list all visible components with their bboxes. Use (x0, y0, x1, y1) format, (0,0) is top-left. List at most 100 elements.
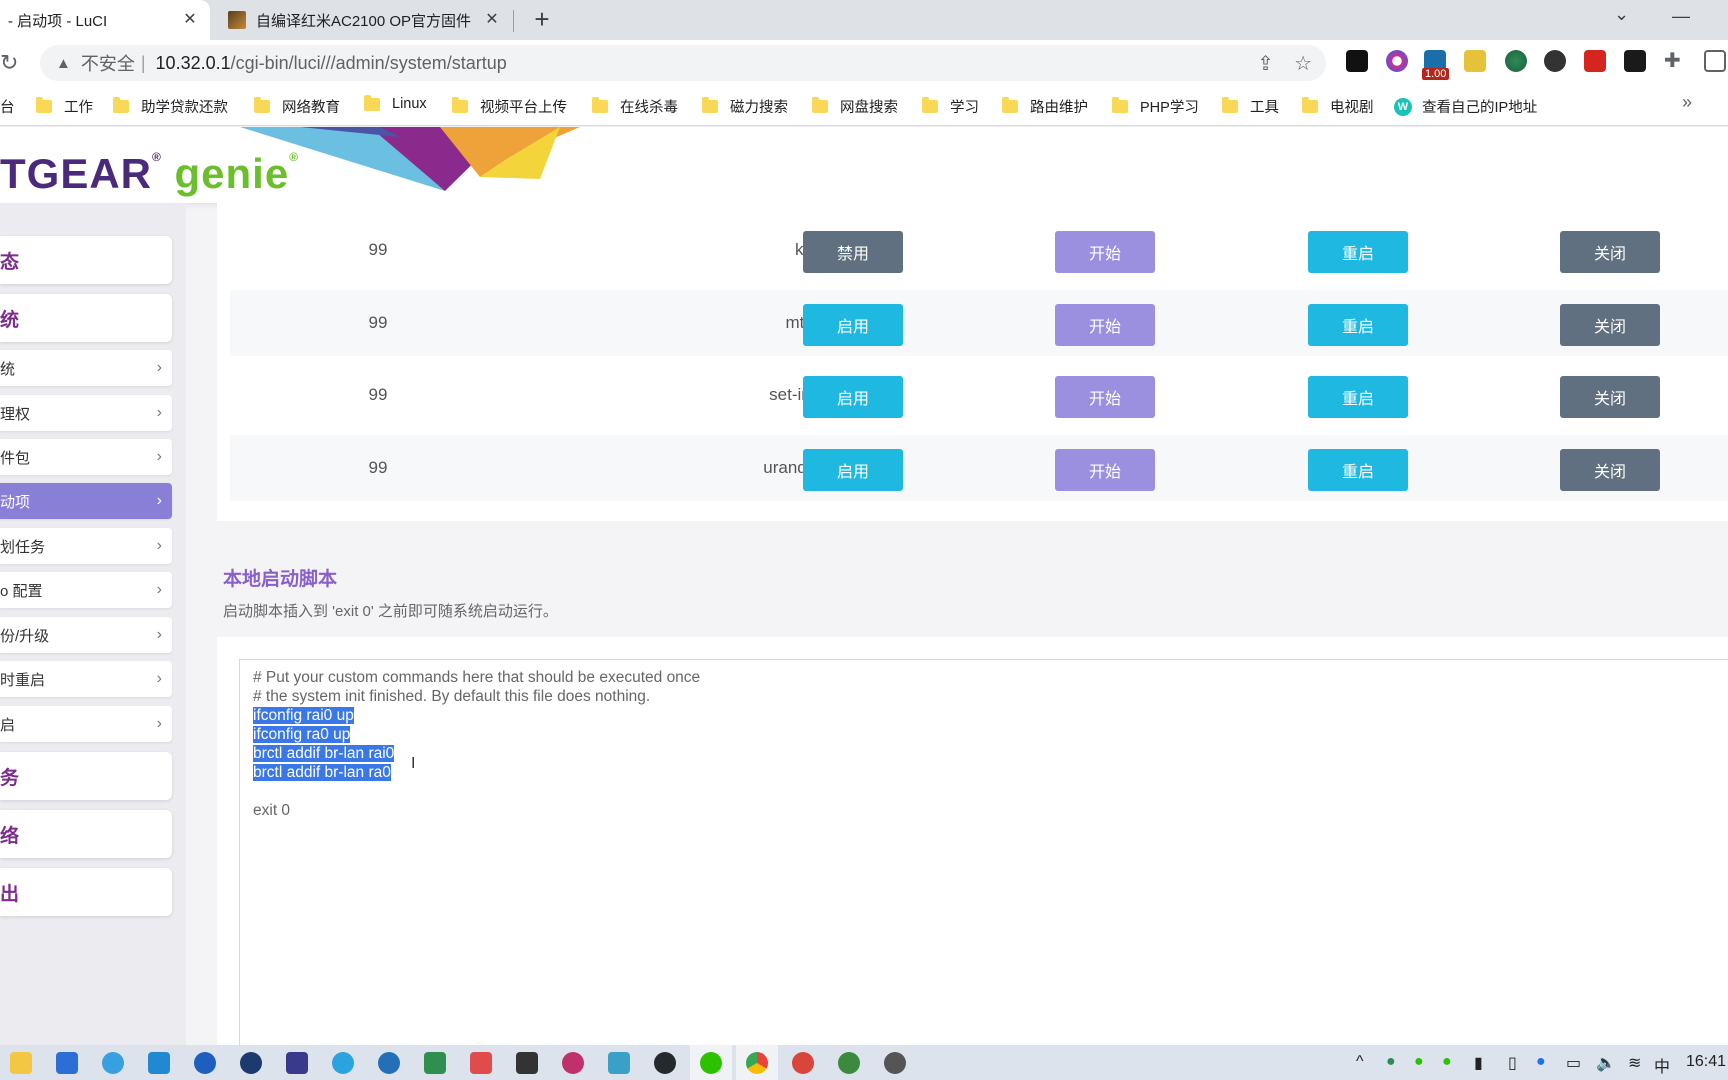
submenu-startup[interactable]: 动项 › (0, 483, 172, 519)
close-tab-icon[interactable]: ✕ (180, 10, 200, 30)
app-icon[interactable] (516, 1052, 538, 1074)
bookmark-folder[interactable]: 工具 (1222, 96, 1279, 117)
app-icon[interactable] (608, 1052, 630, 1074)
app-icon[interactable] (286, 1052, 308, 1074)
bookmark-item[interactable]: W 查看自己的IP地址 (1394, 96, 1537, 117)
bookmark-folder[interactable]: Linux (364, 94, 427, 112)
disable-button[interactable]: 禁用 (803, 231, 903, 273)
extensions-puzzle-icon[interactable]: ✚ (1664, 50, 1686, 72)
menu-network[interactable]: 络 (0, 810, 172, 858)
extension-icon[interactable] (1386, 50, 1408, 72)
bookmarks-overflow-button[interactable]: » (1682, 92, 1692, 113)
wechat-tray-icon[interactable]: ● (1442, 1053, 1452, 1071)
extension-icon[interactable] (1505, 50, 1527, 72)
bookmark-item[interactable]: 台 (0, 96, 15, 117)
start-button-icon[interactable] (56, 1052, 78, 1074)
telegram-icon[interactable] (332, 1052, 354, 1074)
bookmark-folder[interactable]: 工作 (36, 96, 93, 117)
stop-button[interactable]: 关闭 (1560, 304, 1660, 346)
file-explorer-icon[interactable] (10, 1052, 32, 1074)
bookmark-star-icon[interactable]: ☆ (1294, 51, 1312, 76)
tab-search-dropdown-icon[interactable]: ⌄ (1614, 4, 1629, 25)
battery-icon[interactable]: ▭ (1566, 1053, 1581, 1073)
show-hidden-icons-chevron[interactable]: ^ (1356, 1053, 1364, 1071)
app-icon[interactable] (424, 1052, 446, 1074)
address-bar[interactable]: ▲ 不安全 | 10.32.0.1 /cgi-bin/luci///admin/… (40, 45, 1326, 81)
enable-button[interactable]: 启用 (803, 449, 903, 491)
restart-button[interactable]: 重启 (1308, 304, 1408, 346)
submenu-reboot[interactable]: 启 › (0, 706, 172, 742)
new-tab-button[interactable]: + (528, 6, 556, 34)
start-button[interactable]: 开始 (1055, 231, 1155, 273)
menu-system[interactable]: 统 (0, 294, 172, 342)
bookmark-folder[interactable]: 学习 (922, 96, 979, 117)
volume-icon[interactable]: 🔈 (1596, 1053, 1616, 1073)
extension-icon[interactable] (1464, 50, 1486, 72)
warning-triangle-icon[interactable]: ▲ (56, 55, 71, 72)
start-button[interactable]: 开始 (1055, 304, 1155, 346)
bookmark-folder[interactable]: 网盘搜索 (812, 96, 898, 117)
netgear-genie-logo[interactable]: TGEAR® genie® (0, 150, 299, 198)
submenu-scheduled-reboot[interactable]: 时重启 › (0, 661, 172, 697)
enable-button[interactable]: 启用 (803, 376, 903, 418)
tray-app-icon[interactable]: ● (1536, 1053, 1546, 1071)
bookmark-folder[interactable]: PHP学习 (1112, 96, 1199, 117)
submenu-software[interactable]: 件包 › (0, 439, 172, 475)
ime-indicator[interactable]: 中 (1654, 1053, 1670, 1077)
tray-app-icon[interactable]: ▮ (1474, 1053, 1483, 1073)
startup-script-textarea[interactable]: # Put your custom commands here that sho… (239, 659, 1728, 1045)
restart-button[interactable]: 重启 (1308, 231, 1408, 273)
tab-ac2100-firmware[interactable]: 自编译红米AC2100 OP官方固件 ✕ (226, 0, 512, 40)
submenu-admin[interactable]: 理权 › (0, 395, 172, 431)
app-icon[interactable] (562, 1052, 584, 1074)
start-button[interactable]: 开始 (1055, 376, 1155, 418)
bookmark-folder[interactable]: 电视剧 (1302, 96, 1374, 117)
app-icon[interactable] (792, 1052, 814, 1074)
submenu-scheduled-tasks[interactable]: 划任务 › (0, 528, 172, 564)
app-icon[interactable] (240, 1052, 262, 1074)
bookmark-folder[interactable]: 路由维护 (1002, 96, 1088, 117)
stop-button[interactable]: 关闭 (1560, 231, 1660, 273)
app-icon[interactable] (884, 1052, 906, 1074)
app-icon[interactable] (378, 1052, 400, 1074)
bookmark-folder[interactable]: 在线杀毒 (592, 96, 678, 117)
stop-button[interactable]: 关闭 (1560, 449, 1660, 491)
search-icon[interactable] (102, 1052, 124, 1074)
wifi-icon[interactable]: ≋ (1628, 1053, 1641, 1073)
wechat-tray-icon[interactable]: ● (1414, 1053, 1424, 1071)
github-icon[interactable] (654, 1052, 676, 1074)
app-icon[interactable] (838, 1052, 860, 1074)
menu-logout[interactable]: 出 (0, 868, 172, 916)
chrome-icon[interactable] (746, 1052, 768, 1074)
taskbar-clock[interactable]: 16:41 (1686, 1053, 1726, 1071)
n-app-icon[interactable] (194, 1052, 216, 1074)
submenu-backup-upgrade[interactable]: 份/升级 › (0, 617, 172, 653)
submenu-system[interactable]: 统 › (0, 350, 172, 386)
side-panel-icon[interactable] (1704, 50, 1726, 72)
start-button[interactable]: 开始 (1055, 449, 1155, 491)
extension-icon[interactable] (1346, 50, 1368, 72)
submenu-config[interactable]: o 配置 › (0, 572, 172, 608)
bookmark-folder[interactable]: 网络教育 (254, 96, 340, 117)
bookmark-folder[interactable]: 磁力搜索 (702, 96, 788, 117)
menu-status[interactable]: 态 (0, 236, 172, 284)
app-icon[interactable] (470, 1052, 492, 1074)
tray-app-icon[interactable]: ▯ (1508, 1053, 1517, 1073)
wechat-icon[interactable] (700, 1052, 722, 1074)
enable-button[interactable]: 启用 (803, 304, 903, 346)
pdf-extension-icon[interactable] (1584, 50, 1606, 72)
bookmark-folder[interactable]: 视频平台上传 (452, 96, 567, 117)
extension-icon[interactable] (1624, 50, 1646, 72)
restart-button[interactable]: 重启 (1308, 376, 1408, 418)
minimize-window-button[interactable]: — (1672, 6, 1690, 27)
menu-services[interactable]: 务 (0, 752, 172, 800)
tab-startup-luci[interactable]: - 启动项 - LuCI ✕ (0, 0, 210, 40)
share-icon[interactable]: ⇪ (1257, 51, 1274, 76)
extension-icon[interactable] (1544, 50, 1566, 72)
close-tab-icon[interactable]: ✕ (482, 10, 502, 30)
reload-icon[interactable]: ↻ (0, 50, 18, 76)
restart-button[interactable]: 重启 (1308, 449, 1408, 491)
stop-button[interactable]: 关闭 (1560, 376, 1660, 418)
bookmark-folder[interactable]: 助学贷款还款 (113, 96, 228, 117)
vscode-icon[interactable] (148, 1052, 170, 1074)
